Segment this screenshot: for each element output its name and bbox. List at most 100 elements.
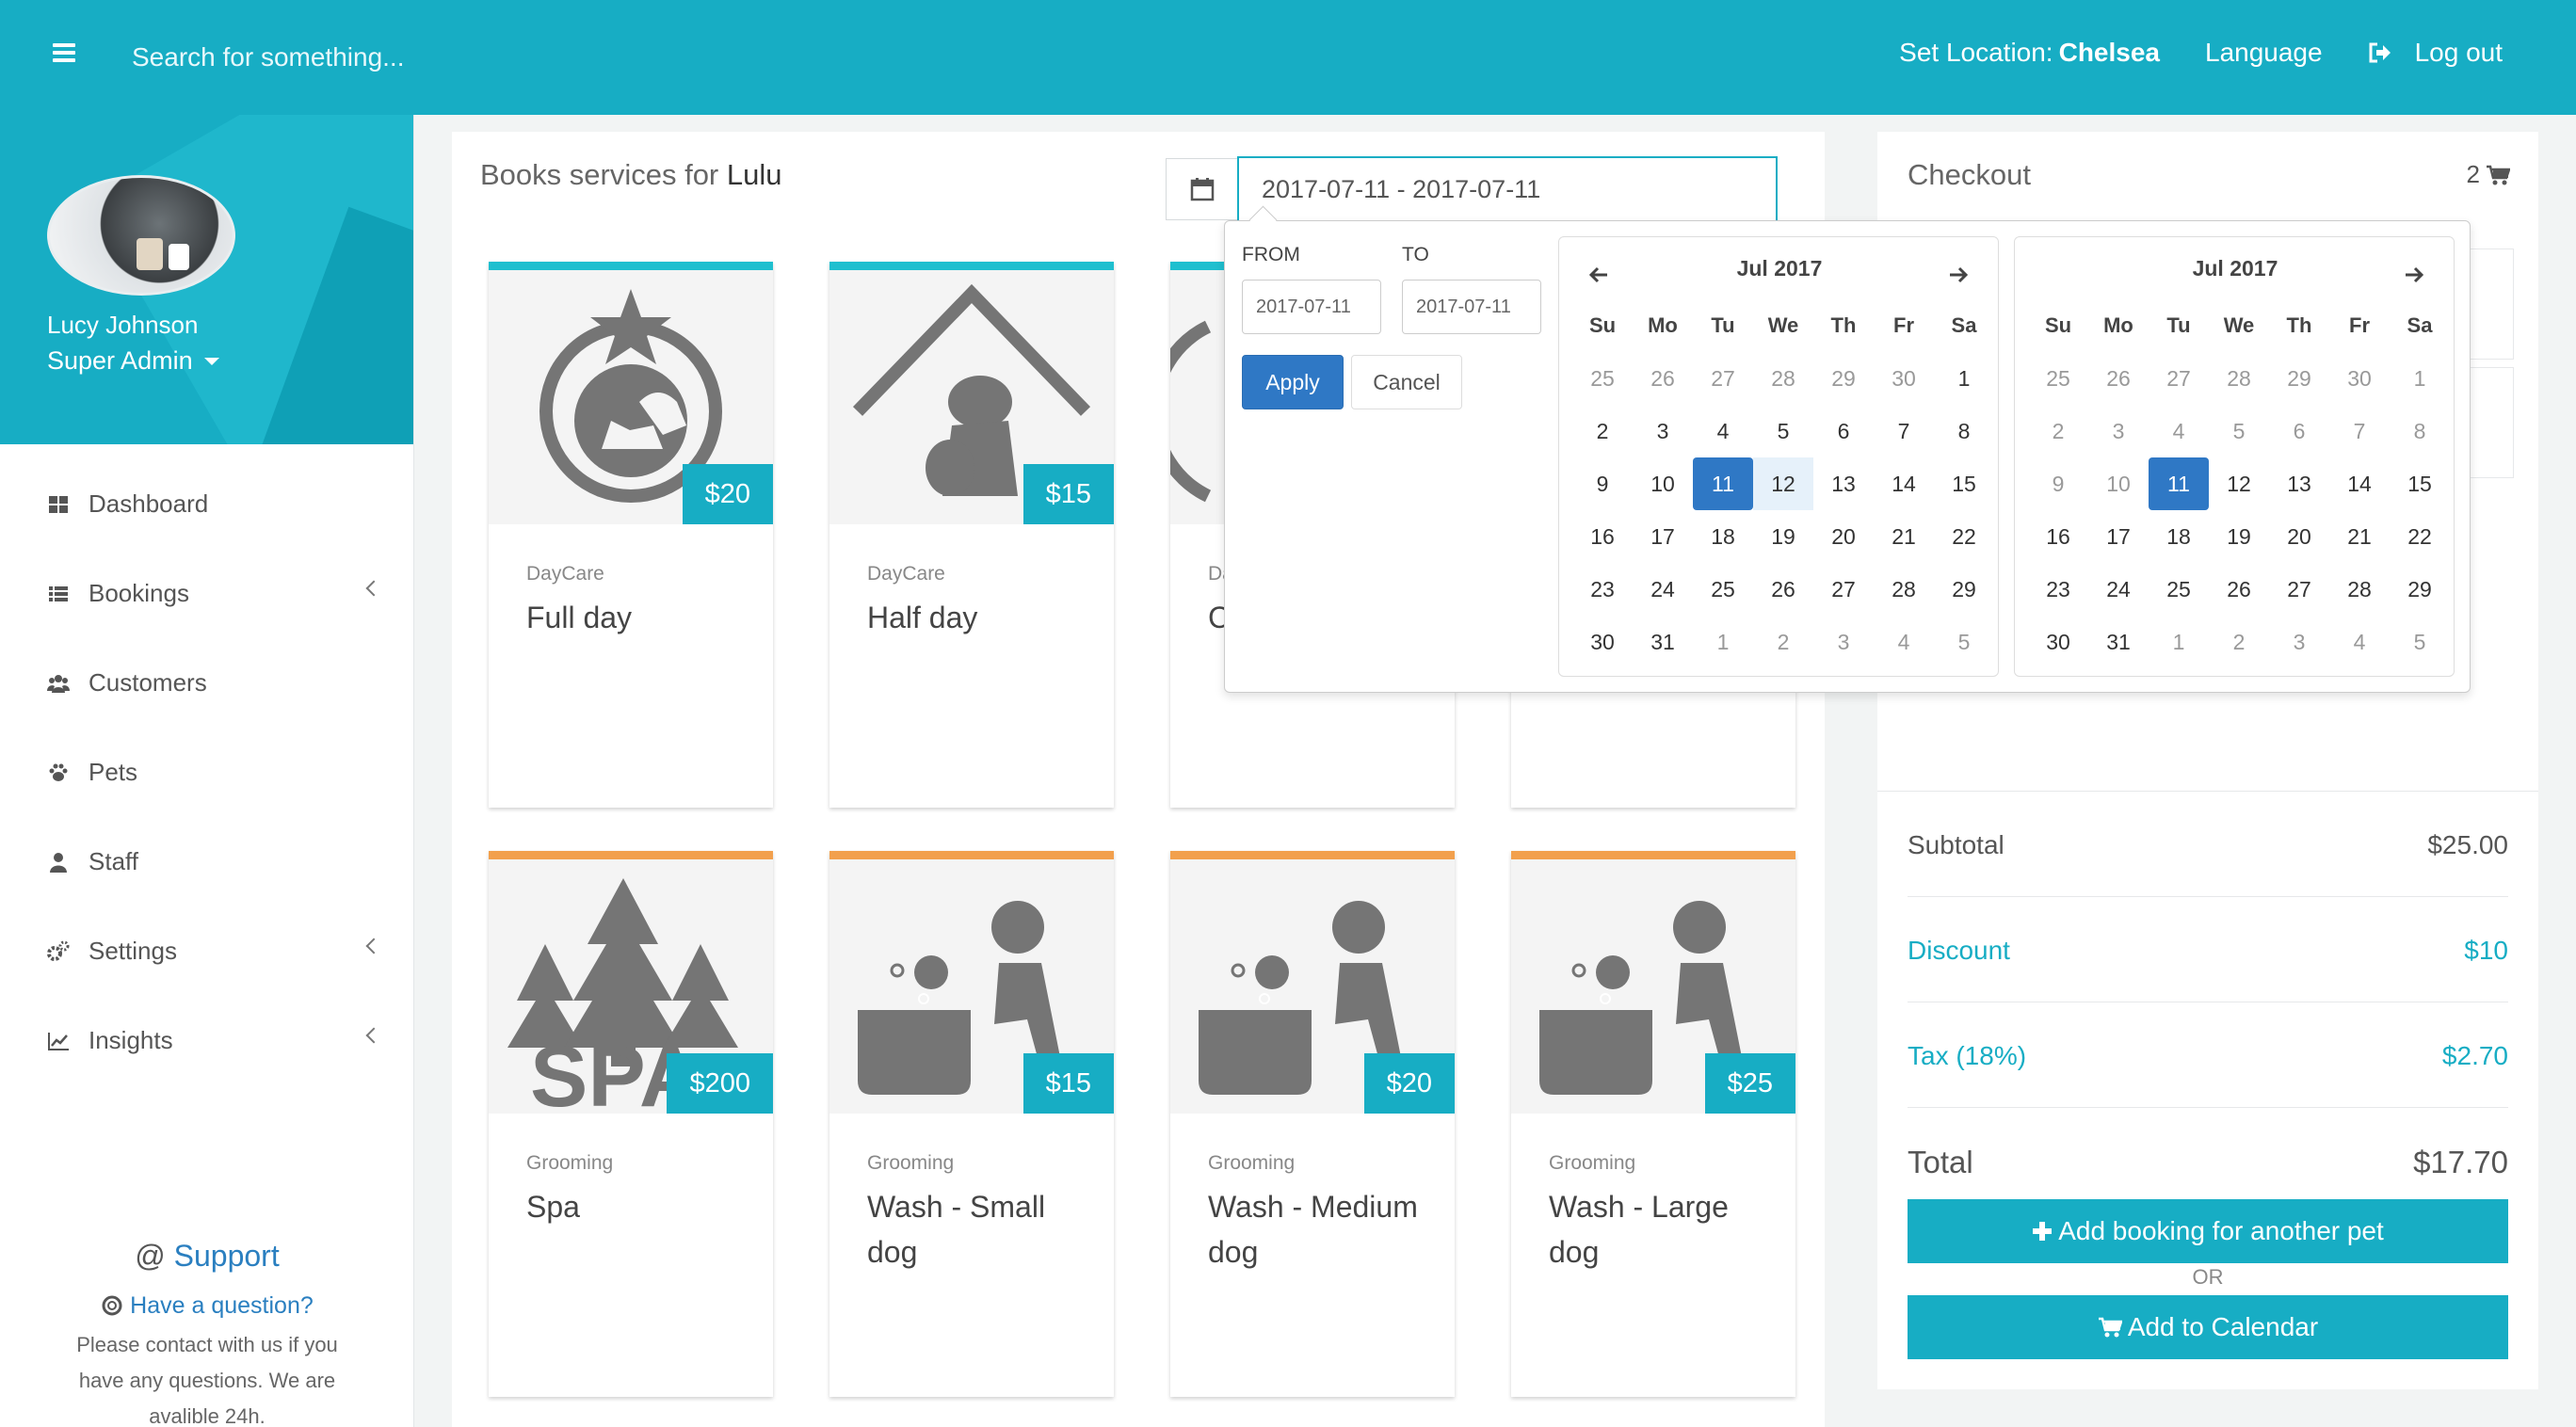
calendar-day[interactable]: 31 [1633,616,1693,668]
service-card[interactable]: $20 Grooming Wash - Medium dog [1170,851,1455,1397]
calendar-day[interactable]: 9 [1572,457,1633,510]
calendar-day[interactable]: 29 [1934,563,1994,616]
calendar-day[interactable]: 28 [1874,563,1934,616]
sidebar-item-settings[interactable]: Settings [0,906,413,996]
from-date-input[interactable] [1242,280,1381,334]
calendar-day[interactable]: 17 [2088,510,2149,563]
calendar-day[interactable]: 4 [2149,405,2209,457]
sidebar-item-customers[interactable]: Customers [0,638,413,728]
calendar-day[interactable]: 28 [2329,563,2390,616]
calendar-day[interactable]: 25 [1572,352,1633,405]
calendar-day[interactable]: 29 [1813,352,1874,405]
calendar-day[interactable]: 2 [1753,616,1813,668]
calendar-day[interactable]: 18 [1693,510,1753,563]
calendar-day[interactable]: 20 [1813,510,1874,563]
service-card[interactable]: $20 DayCare Full day [489,262,773,808]
calendar-day[interactable]: 22 [2390,510,2450,563]
calendar-day[interactable]: 13 [1813,457,1874,510]
calendar-day[interactable]: 16 [1572,510,1633,563]
sidebar-item-pets[interactable]: Pets [0,728,413,817]
user-role-dropdown[interactable]: Super Admin [47,346,219,376]
service-card[interactable]: $15 DayCare Half day [829,262,1114,808]
calendar-day[interactable]: 15 [2390,457,2450,510]
calendar-day[interactable]: 14 [2329,457,2390,510]
calendar-day[interactable]: 28 [2209,352,2269,405]
calendar-day[interactable]: 1 [2390,352,2450,405]
calendar-day[interactable]: 26 [1753,563,1813,616]
calendar-day[interactable]: 7 [2329,405,2390,457]
support-question-link[interactable]: Have a question? [0,1292,414,1320]
sidebar-item-insights[interactable]: Insights [0,996,413,1085]
calendar-day[interactable]: 24 [2088,563,2149,616]
calendar-day[interactable]: 4 [2329,616,2390,668]
calendar-day[interactable]: 3 [1633,405,1693,457]
calendar-day[interactable]: 6 [1813,405,1874,457]
calendar-day[interactable]: 9 [2028,457,2088,510]
calendar-day[interactable]: 5 [1934,616,1994,668]
language-link[interactable]: Language [2205,38,2323,68]
calendar-day[interactable]: 28 [1753,352,1813,405]
next-month-icon[interactable] [2397,258,2431,292]
service-card[interactable]: $15 Grooming Wash - Small dog [829,851,1114,1397]
avatar[interactable] [47,175,235,296]
calendar-day[interactable]: 5 [2209,405,2269,457]
calendar-day[interactable]: 21 [2329,510,2390,563]
calendar-day[interactable]: 21 [1874,510,1934,563]
calendar-day[interactable]: 1 [1693,616,1753,668]
calendar-day[interactable]: 25 [2028,352,2088,405]
calendar-day[interactable]: 26 [1633,352,1693,405]
calendar-day[interactable]: 7 [1874,405,1934,457]
calendar-day[interactable]: 31 [2088,616,2149,668]
calendar-day[interactable]: 10 [2088,457,2149,510]
calendar-addon[interactable] [1166,158,1237,220]
calendar-day[interactable]: 3 [2269,616,2329,668]
calendar-day[interactable]: 10 [1633,457,1693,510]
calendar-day[interactable]: 1 [2149,616,2209,668]
calendar-day[interactable]: 22 [1934,510,1994,563]
calendar-day[interactable]: 2 [1572,405,1633,457]
calendar-day[interactable]: 19 [2209,510,2269,563]
sidebar-item-staff[interactable]: Staff [0,817,413,906]
calendar-day[interactable]: 30 [2028,616,2088,668]
service-card[interactable]: $25 Grooming Wash - Large dog [1511,851,1795,1397]
calendar-day[interactable]: 27 [1693,352,1753,405]
calendar-day[interactable]: 29 [2269,352,2329,405]
calendar-day[interactable]: 30 [1572,616,1633,668]
calendar-day[interactable]: 23 [1572,563,1633,616]
set-location-link[interactable]: Set Location: Chelsea [1899,38,2160,68]
calendar-day[interactable]: 19 [1753,510,1813,563]
calendar-day[interactable]: 11 [1693,457,1753,510]
calendar-day[interactable]: 30 [1874,352,1934,405]
calendar-day[interactable]: 14 [1874,457,1934,510]
discount-row[interactable]: Discount $10 [1908,936,2508,1002]
add-booking-button[interactable]: Add booking for another pet [1908,1199,2508,1263]
calendar-day[interactable]: 16 [2028,510,2088,563]
calendar-day[interactable]: 5 [2390,616,2450,668]
calendar-day[interactable]: 5 [1753,405,1813,457]
calendar-day[interactable]: 8 [2390,405,2450,457]
to-date-input[interactable] [1402,280,1541,334]
calendar-day[interactable]: 17 [1633,510,1693,563]
calendar-day[interactable]: 13 [2269,457,2329,510]
tax-row[interactable]: Tax (18%) $2.70 [1908,1041,2508,1108]
calendar-day[interactable]: 2 [2028,405,2088,457]
calendar-day[interactable]: 1 [1934,352,1994,405]
logout-link[interactable]: Log out [2368,38,2503,68]
calendar-day[interactable]: 29 [2390,563,2450,616]
calendar-day[interactable]: 11 [2149,457,2209,510]
calendar-day[interactable]: 24 [1633,563,1693,616]
search-input[interactable] [132,38,697,77]
next-month-icon[interactable] [1941,258,1975,292]
calendar-day[interactable]: 27 [2269,563,2329,616]
calendar-day[interactable]: 6 [2269,405,2329,457]
calendar-day[interactable]: 12 [2209,457,2269,510]
service-card[interactable]: SPA $200 Grooming Spa [489,851,773,1397]
calendar-day[interactable]: 26 [2088,352,2149,405]
calendar-day[interactable]: 26 [2209,563,2269,616]
calendar-day[interactable]: 3 [2088,405,2149,457]
sidebar-item-dashboard[interactable]: Dashboard [0,459,413,549]
calendar-day[interactable]: 15 [1934,457,1994,510]
add-to-calendar-button[interactable]: Add to Calendar [1908,1295,2508,1359]
calendar-day[interactable]: 4 [1693,405,1753,457]
date-range-input[interactable] [1237,156,1778,222]
